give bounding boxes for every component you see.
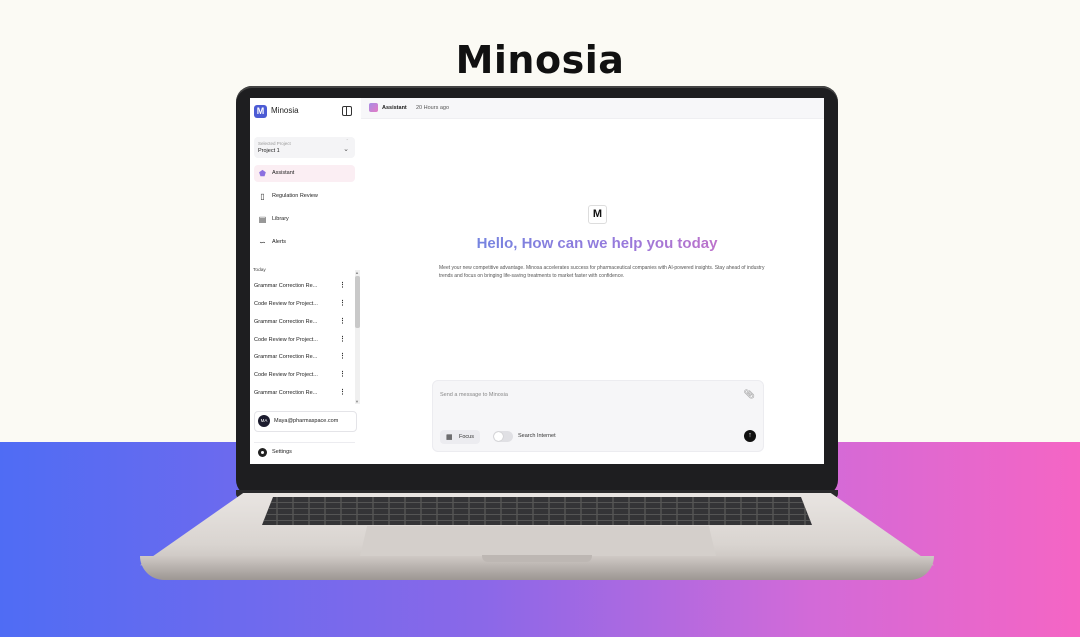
library-icon: ▤ (258, 215, 267, 224)
keyboard-rows (262, 497, 812, 525)
assistant-icon (369, 103, 378, 112)
history-item-label: Code Review for Project... (254, 337, 318, 343)
focus-button[interactable]: ▦ Focus (440, 430, 480, 444)
arrow-up-icon: ↑ (748, 432, 752, 439)
focus-label: Focus (459, 434, 474, 440)
settings-button[interactable]: Settings (254, 442, 355, 459)
history-item-label: Code Review for Project... (254, 301, 318, 307)
more-options-icon[interactable]: ⋮ (339, 281, 346, 289)
laptop-screen: M Minosia Selected Project Project 1 ⌃ ⌄… (250, 98, 824, 464)
main-panel: Assistant 20 Hours ago M Hello, How can … (361, 98, 824, 464)
more-options-icon[interactable]: ⋮ (339, 388, 346, 396)
more-options-icon[interactable]: ⋮ (339, 352, 346, 360)
rss-icon: ∽ (259, 238, 266, 247)
assistant-icon: ⬟ (259, 169, 266, 178)
history-scrollbar[interactable]: ▲ ▼ (355, 270, 360, 404)
list-item[interactable]: Grammar Correction Re... ⋮ (254, 386, 346, 400)
sidebar-item-label: Regulation Review (272, 193, 318, 199)
history-item-label: Code Review for Project... (254, 372, 318, 378)
user-email: Maya@pharmaspace.com (274, 418, 339, 424)
list-item[interactable]: Code Review for Project... ⋮ (254, 297, 346, 311)
paperclip-icon[interactable]: 📎︎ (744, 389, 755, 400)
history-item-label: Grammar Correction Re... (254, 354, 318, 360)
clipboard-icon: ▯ (260, 192, 265, 201)
sidebar-item-regulation-review[interactable]: ▯ Regulation Review (254, 188, 355, 205)
project-select-caption: Selected Project (258, 141, 291, 146)
welcome-heading: Hello, How can we help you today (361, 235, 824, 252)
list-item[interactable]: Grammar Correction Re... ⋮ (254, 315, 346, 329)
list-item[interactable]: Code Review for Project... ⋮ (254, 368, 346, 382)
message-composer: Send a message to Minosia 📎︎ ▦ Focus Sea… (432, 380, 764, 452)
brand-name: Minosia (271, 106, 299, 115)
sidebar-item-label: Alerts (272, 239, 287, 245)
minosia-logo-icon: M (254, 105, 267, 118)
project-select[interactable]: Selected Project Project 1 ⌃ ⌄ (254, 137, 355, 158)
gear-icon (258, 448, 267, 457)
list-item[interactable]: Code Review for Project... ⋮ (254, 333, 346, 347)
more-options-icon[interactable]: ⋮ (339, 370, 346, 378)
conversation-title: Assistant (382, 105, 407, 111)
conversation-timestamp: 20 Hours ago (416, 105, 450, 111)
list-item[interactable]: Grammar Correction Re... ⋮ (254, 279, 346, 293)
welcome-description: Meet your new competitive advantage. Min… (439, 265, 765, 279)
search-internet-label: Search Internet (518, 433, 556, 439)
page-title: Minosia (455, 38, 625, 82)
message-input[interactable]: Send a message to Minosia (440, 392, 508, 398)
scroll-down-icon[interactable]: ▼ (355, 399, 359, 404)
sidebar: M Minosia Selected Project Project 1 ⌃ ⌄… (250, 98, 362, 464)
minosia-logo-icon: M (588, 205, 607, 224)
sidebar-item-label: Library (272, 216, 289, 222)
focus-icon: ▦ (446, 434, 453, 441)
history-item-label: Grammar Correction Re... (254, 319, 318, 325)
send-button[interactable]: ↑ (744, 430, 756, 442)
topbar: Assistant 20 Hours ago (361, 98, 824, 119)
toggle-knob (494, 432, 503, 441)
sidebar-item-label: Assistant (272, 170, 295, 176)
list-item[interactable]: Grammar Correction Re... ⋮ (254, 350, 346, 364)
sidebar-item-library[interactable]: ▤ Library (254, 211, 355, 228)
scroll-up-icon[interactable]: ▲ (355, 270, 359, 275)
project-select-value: Project 1 (258, 148, 280, 154)
sidebar-item-assistant[interactable]: ⬟ Assistant (254, 165, 355, 182)
more-options-icon[interactable]: ⋮ (339, 335, 346, 343)
history-heading: Today (253, 268, 266, 273)
laptop-notch (482, 555, 592, 562)
user-account[interactable]: MA Maya@pharmaspace.com (254, 411, 357, 432)
chevron-up-icon: ⌃ (345, 138, 349, 143)
settings-label: Settings (272, 449, 292, 455)
sidebar-item-alerts[interactable]: ∽ Alerts (254, 234, 355, 251)
sidebar-toggle-icon[interactable] (342, 106, 352, 116)
search-internet-toggle[interactable] (493, 431, 513, 442)
avatar: MA (258, 415, 270, 427)
scroll-thumb[interactable] (355, 276, 360, 328)
more-options-icon[interactable]: ⋮ (339, 317, 346, 325)
chevron-down-icon: ⌄ (343, 146, 349, 153)
more-options-icon[interactable]: ⋮ (339, 299, 346, 307)
history-item-label: Grammar Correction Re... (254, 390, 318, 396)
history-item-label: Grammar Correction Re... (254, 283, 318, 289)
laptop-trackpad (360, 526, 716, 556)
